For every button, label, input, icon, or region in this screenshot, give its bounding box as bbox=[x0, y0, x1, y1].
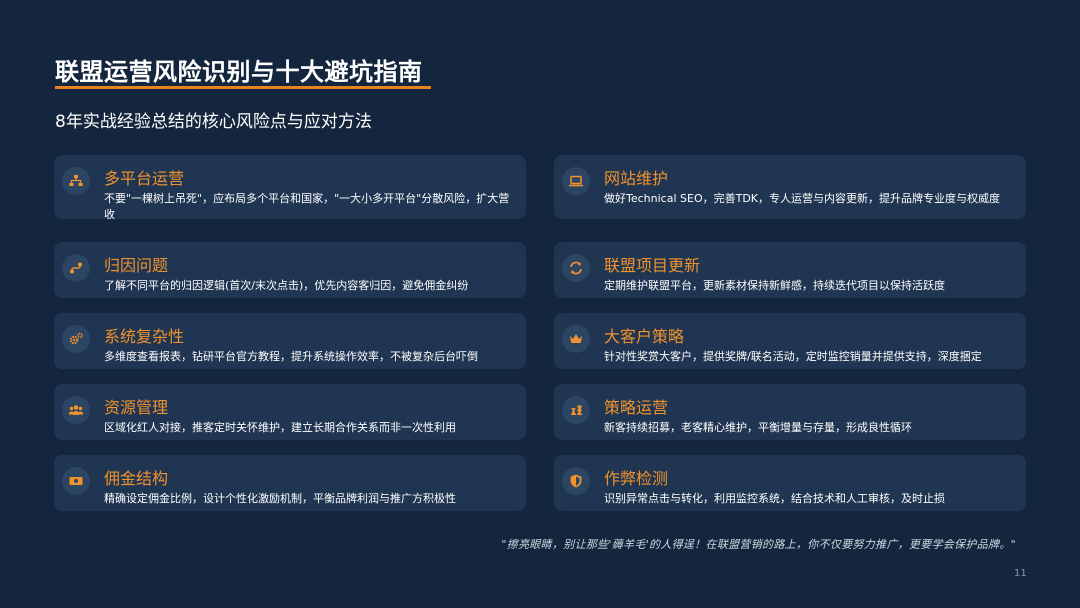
card-description: 做好Technical SEO，完善TDK，专人运营与内容更新，提升品牌专业度与… bbox=[604, 192, 1000, 205]
card-title: 联盟项目更新 bbox=[604, 256, 701, 275]
page-title: 联盟运营风险识别与十大避坑指南 bbox=[55, 58, 423, 86]
page-number: 11 bbox=[1014, 568, 1027, 579]
card-title: 归因问题 bbox=[104, 256, 169, 275]
card-description: 多维度查看报表，钻研平台官方教程，提升系统操作效率，不被复杂后台吓倒 bbox=[104, 350, 478, 363]
card-title: 大客户策略 bbox=[604, 327, 685, 346]
card-description: 了解不同平台的归因逻辑(首次/末次点击)，优先内容客归因，避免佣金纠纷 bbox=[104, 279, 469, 292]
users-icon bbox=[62, 396, 90, 424]
title-underline bbox=[55, 86, 431, 89]
route-icon bbox=[62, 254, 90, 282]
card-description: 定期维护联盟平台，更新素材保持新鲜感，持续迭代项目以保持活跃度 bbox=[604, 279, 945, 292]
page-subtitle: 8年实战经验总结的核心风险点与应对方法 bbox=[55, 112, 372, 132]
crown-icon bbox=[562, 325, 590, 353]
card-title: 网站维护 bbox=[604, 169, 669, 188]
shield-icon bbox=[562, 467, 590, 495]
card-system-complexity: 系统复杂性 多维度查看报表，钻研平台官方教程，提升系统操作效率，不被复杂后台吓倒 bbox=[54, 313, 526, 369]
card-description: 不要"一棵树上吊死"，应布局多个平台和国家，"一大小多开平台"分散风险，扩大营收 bbox=[104, 192, 510, 221]
money-icon bbox=[62, 467, 90, 495]
card-strategy-operations: 策略运营 新客持续招募，老客精心维护，平衡增量与存量，形成良性循环 bbox=[554, 384, 1026, 440]
card-commission-structure: 佣金结构 精确设定佣金比例，设计个性化激励机制，平衡品牌利润与推广方积极性 bbox=[54, 455, 526, 511]
card-title: 资源管理 bbox=[104, 398, 169, 417]
card-key-account-strategy: 大客户策略 针对性奖赏大客户，提供奖牌/联名活动，定时监控销量并提供支持，深度捆… bbox=[554, 313, 1026, 369]
card-multi-platform: 多平台运营 不要"一棵树上吊死"，应布局多个平台和国家，"一大小多开平台"分散风… bbox=[54, 155, 526, 221]
card-description: 精确设定佣金比例，设计个性化激励机制，平衡品牌利润与推广方积极性 bbox=[104, 492, 456, 505]
card-title: 系统复杂性 bbox=[104, 327, 185, 346]
card-attribution: 归因问题 了解不同平台的归因逻辑(首次/末次点击)，优先内容客归因，避免佣金纠纷 bbox=[54, 242, 526, 298]
card-description: 新客持续招募，老客精心维护，平衡增量与存量，形成良性循环 bbox=[604, 421, 912, 434]
card-title: 佣金结构 bbox=[104, 469, 169, 488]
sync-icon bbox=[562, 254, 590, 282]
card-fraud-detection: 作弊检测 识别异常点击与转化，利用监控系统，结合技术和人工审核，及时止损 bbox=[554, 455, 1026, 511]
laptop-icon bbox=[562, 167, 590, 195]
card-title: 策略运营 bbox=[604, 398, 669, 417]
card-website-maintenance: 网站维护 做好Technical SEO，完善TDK，专人运营与内容更新，提升品… bbox=[554, 155, 1026, 219]
footer-quote: "擦亮眼睛，别让那些'薅羊毛'的人得逞！在联盟营销的路上，你不仅要努力推广，更要… bbox=[501, 538, 1016, 551]
card-description: 针对性奖赏大客户，提供奖牌/联名活动，定时监控销量并提供支持，深度捆定 bbox=[604, 350, 982, 363]
card-title: 多平台运营 bbox=[104, 169, 185, 188]
sitemap-icon bbox=[62, 167, 90, 195]
chess-icon bbox=[562, 396, 590, 424]
card-project-update: 联盟项目更新 定期维护联盟平台，更新素材保持新鲜感，持续迭代项目以保持活跃度 bbox=[554, 242, 1026, 298]
card-description: 识别异常点击与转化，利用监控系统，结合技术和人工审核，及时止损 bbox=[604, 492, 945, 505]
card-title: 作弊检测 bbox=[604, 469, 669, 488]
gears-icon bbox=[62, 325, 90, 353]
card-description: 区域化红人对接，推客定时关怀维护，建立长期合作关系而非一次性利用 bbox=[104, 421, 456, 434]
card-resource-management: 资源管理 区域化红人对接，推客定时关怀维护，建立长期合作关系而非一次性利用 bbox=[54, 384, 526, 440]
